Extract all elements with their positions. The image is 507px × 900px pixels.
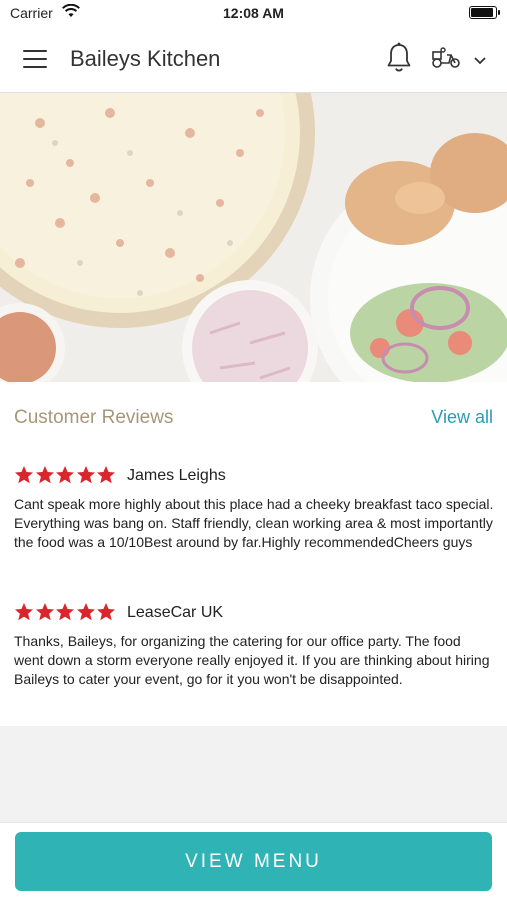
view-menu-button[interactable]: VIEW MENU [15, 832, 492, 891]
battery-icon [469, 6, 500, 19]
star-icon [15, 603, 33, 621]
reviewer-name: James Leighs [127, 467, 226, 484]
status-bar: Carrier 12:08 AM [0, 0, 507, 26]
page-title: Baileys Kitchen [70, 46, 221, 71]
star-icon [97, 603, 115, 621]
star-icon [35, 466, 54, 484]
reviews-heading: Customer Reviews [14, 407, 174, 428]
delivery-scooter-icon[interactable] [430, 46, 462, 70]
notification-bell-icon[interactable] [386, 42, 412, 74]
hero-food-image [0, 93, 507, 382]
chevron-down-icon[interactable] [473, 53, 487, 65]
bottom-action-bar: VIEW MENU [0, 822, 507, 900]
star-icon [35, 603, 54, 621]
star-icon [97, 466, 115, 484]
review-text: Thanks, Baileys, for organizing the cate… [14, 633, 490, 687]
hamburger-menu-icon[interactable] [23, 50, 47, 68]
review-text: Cant speak more highly about this place … [14, 496, 494, 550]
rating-stars [14, 465, 117, 487]
star-icon [56, 466, 74, 484]
customer-reviews-section: Customer Reviews View all James Leighs C… [0, 382, 507, 726]
star-icon [15, 466, 33, 484]
rating-stars [14, 602, 117, 624]
view-all-reviews-link[interactable]: View all [431, 407, 493, 428]
star-icon [76, 466, 95, 484]
app-header: Baileys Kitchen [0, 26, 507, 93]
star-icon [56, 603, 74, 621]
clock: 12:08 AM [223, 5, 284, 21]
reviewer-name: LeaseCar UK [127, 604, 224, 621]
star-icon [76, 603, 95, 621]
